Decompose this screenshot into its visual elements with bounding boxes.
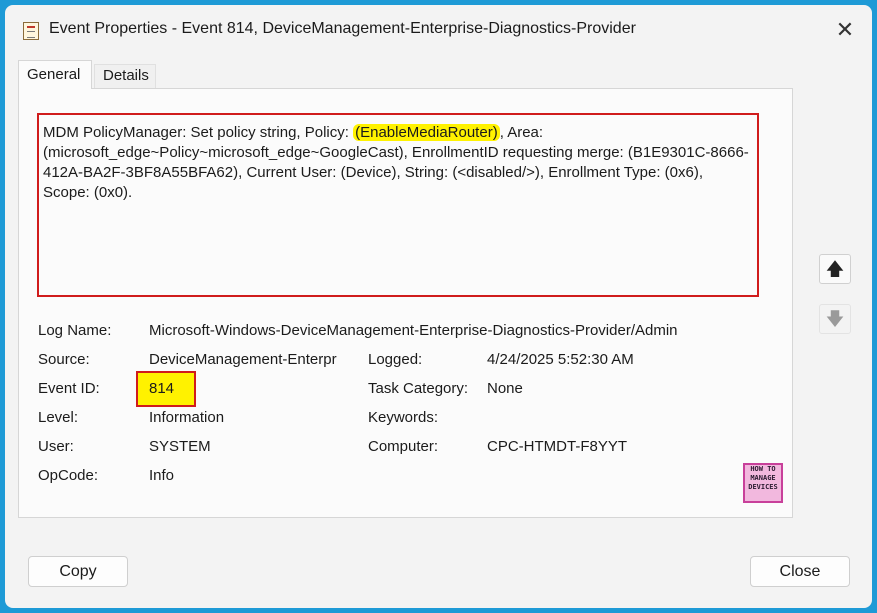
level-label: Level: bbox=[38, 409, 79, 426]
copy-button[interactable]: Copy bbox=[28, 556, 128, 587]
window-title: Event Properties - Event 814, DeviceMana… bbox=[49, 20, 636, 37]
computer-label: Computer: bbox=[368, 438, 439, 455]
source-value: DeviceManagement-Enterpr bbox=[149, 351, 337, 368]
logged-label: Logged: bbox=[368, 351, 423, 368]
task-category-value: None bbox=[487, 380, 523, 397]
user-value: SYSTEM bbox=[149, 438, 211, 455]
arrow-down-icon: 🡇 bbox=[825, 309, 845, 329]
log-name-label: Log Name: bbox=[38, 322, 112, 339]
close-icon[interactable]: ✕ bbox=[830, 15, 860, 45]
log-name-value: Microsoft-Windows-DeviceManagement-Enter… bbox=[149, 322, 678, 339]
keywords-label: Keywords: bbox=[368, 409, 439, 426]
event-id-value: 814 bbox=[149, 380, 175, 397]
logo-line: HOW TO bbox=[750, 465, 776, 473]
scroll-down-button[interactable]: 🡇 bbox=[819, 304, 851, 334]
close-button[interactable]: Close bbox=[750, 556, 850, 587]
message-text-before: MDM PolicyManager: Set policy string, Po… bbox=[43, 124, 354, 141]
opcode-label: OpCode: bbox=[38, 467, 99, 484]
level-value: Information bbox=[149, 409, 225, 426]
opcode-value: Info bbox=[149, 467, 175, 484]
logged-value: 4/24/2025 5:52:30 AM bbox=[487, 351, 634, 368]
event-id-label: Event ID: bbox=[38, 380, 100, 397]
policy-name-highlight: (EnableMediaRouter) bbox=[353, 124, 500, 141]
logo-line: MANAGE bbox=[750, 474, 776, 482]
tab-general[interactable]: General bbox=[18, 60, 92, 89]
logo-text: HOW TO MANAGE DEVICES bbox=[745, 465, 781, 501]
scroll-up-button[interactable]: 🡅 bbox=[819, 254, 851, 284]
event-message: MDM PolicyManager: Set policy string, Po… bbox=[37, 113, 759, 297]
arrow-up-icon: 🡅 bbox=[825, 259, 845, 279]
source-label: Source: bbox=[38, 351, 90, 368]
task-category-label: Task Category: bbox=[368, 380, 469, 397]
tab-details[interactable]: Details bbox=[94, 64, 156, 88]
how-to-manage-devices-logo: HOW TO MANAGE DEVICES bbox=[743, 463, 783, 503]
user-label: User: bbox=[38, 438, 74, 455]
computer-value: CPC-HTMDT-F8YYT bbox=[487, 438, 627, 455]
event-viewer-icon bbox=[23, 22, 39, 40]
logo-line: DEVICES bbox=[748, 483, 778, 491]
title-bar: Event Properties - Event 814, DeviceMana… bbox=[5, 5, 872, 55]
